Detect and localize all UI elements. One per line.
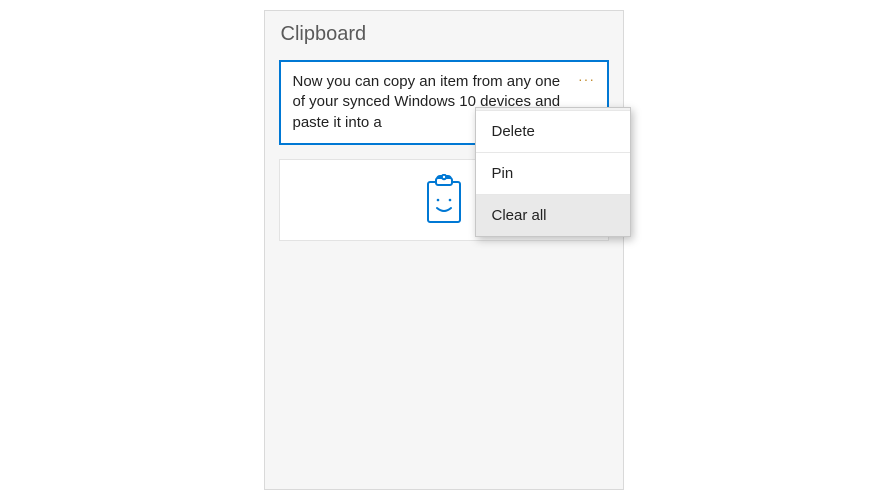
menu-item-pin[interactable]: Pin [476, 153, 630, 195]
context-menu: Delete Pin Clear all [475, 107, 631, 237]
clipboard-panel: Clipboard Now you can copy an item from … [264, 10, 624, 490]
menu-item-delete[interactable]: Delete [476, 110, 630, 153]
menu-item-clear-all[interactable]: Clear all [476, 195, 630, 236]
clipboard-smile-icon [423, 174, 465, 226]
more-options-button[interactable]: ··· [577, 72, 597, 86]
panel-title: Clipboard [279, 23, 609, 46]
ellipsis-icon: ··· [578, 71, 595, 87]
